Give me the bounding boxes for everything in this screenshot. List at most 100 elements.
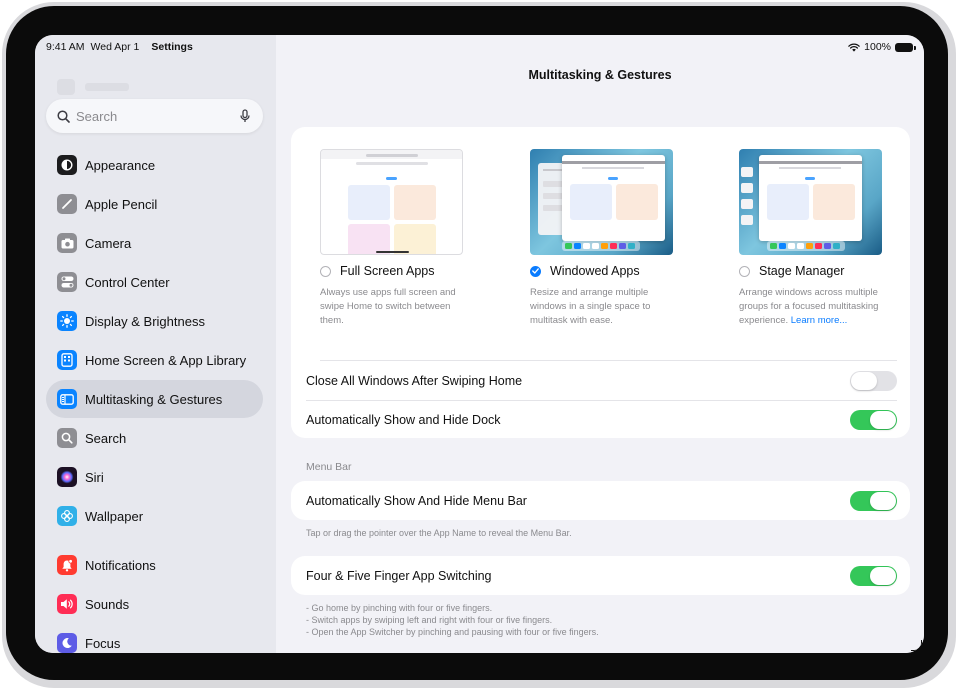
sidebar-item-label: Siri bbox=[85, 469, 104, 485]
sidebar-item-focus[interactable]: Focus bbox=[46, 624, 263, 653]
windowed-preview-image bbox=[530, 149, 673, 255]
footer-line: - Switch apps by swiping left and right … bbox=[306, 615, 553, 625]
show-hide-menu-bar-row: Automatically Show And Hide Menu Bar bbox=[306, 481, 897, 520]
home-screen-icon bbox=[57, 350, 77, 370]
sidebar-item-label: Appearance bbox=[85, 157, 156, 173]
mode-option-windowed[interactable]: Windowed Apps Resize and arrange multipl… bbox=[530, 149, 673, 328]
sidebar-item-label: Search bbox=[85, 430, 127, 446]
sidebar-item-label: Camera bbox=[85, 235, 132, 251]
sidebar-item-label: Display & Brightness bbox=[85, 313, 205, 329]
multitasking-mode-card: Full Screen Apps Always use apps full sc… bbox=[291, 127, 910, 438]
search-field[interactable]: Search bbox=[46, 99, 263, 133]
close-all-windows-toggle[interactable] bbox=[850, 370, 897, 391]
sidebar-item-label: Focus bbox=[85, 635, 121, 651]
sidebar-faded-label bbox=[85, 83, 129, 91]
sidebar-item-appearance[interactable]: Appearance bbox=[46, 146, 263, 184]
sidebar-item-sounds[interactable]: Sounds bbox=[46, 585, 263, 623]
finger-switching-card: Four & Five Finger App Switching bbox=[291, 556, 910, 595]
brightness-icon bbox=[57, 311, 77, 331]
wifi-icon bbox=[848, 43, 860, 52]
sidebar-faded-icon bbox=[57, 79, 75, 95]
status-bar-left: 9:41 AM Wed Apr 1 Settings bbox=[46, 41, 193, 53]
show-hide-dock-row: Automatically Show and Hide Dock bbox=[306, 401, 897, 439]
finger-switching-toggle[interactable] bbox=[850, 565, 897, 586]
windowed-radio[interactable] bbox=[530, 265, 541, 277]
menu-bar-card: Automatically Show And Hide Menu Bar bbox=[291, 481, 910, 520]
sidebar: 9:41 AM Wed Apr 1 Settings Search Appear… bbox=[35, 35, 276, 653]
sidebar-item-camera[interactable]: Camera bbox=[46, 224, 263, 262]
battery-percentage: 100% bbox=[864, 41, 891, 53]
notifications-icon bbox=[57, 555, 77, 575]
pencil-icon bbox=[57, 194, 77, 214]
full-screen-description: Always use apps full screen and swipe Ho… bbox=[320, 287, 456, 326]
learn-more-link[interactable]: Learn more... bbox=[791, 315, 848, 326]
main-panel: 100% Multitasking & Gestures Full Screen… bbox=[276, 35, 924, 653]
stage-manager-label: Stage Manager bbox=[759, 264, 845, 278]
stage-manager-description: Arrange windows across multiple groups f… bbox=[739, 286, 882, 328]
sidebar-item-label: Multitasking & Gestures bbox=[85, 391, 223, 407]
sidebar-item-label: Sounds bbox=[85, 596, 130, 612]
windowed-label: Windowed Apps bbox=[550, 264, 640, 278]
sidebar-item-notifications[interactable]: Notifications bbox=[46, 546, 263, 584]
toggle-knob bbox=[851, 371, 877, 390]
battery-icon bbox=[895, 42, 916, 52]
wallpaper-icon bbox=[57, 506, 77, 526]
sidebar-item-display-brightness[interactable]: Display & Brightness bbox=[46, 302, 263, 340]
show-hide-menu-bar-label: Automatically Show And Hide Menu Bar bbox=[306, 493, 527, 508]
search-placeholder: Search bbox=[76, 108, 118, 124]
finger-switching-footer: - Go home by pinching with four or five … bbox=[306, 602, 599, 638]
show-hide-dock-toggle[interactable] bbox=[850, 410, 897, 430]
focus-icon bbox=[57, 633, 77, 653]
multitasking-icon bbox=[57, 389, 77, 409]
stage-manager-radio[interactable] bbox=[739, 265, 750, 277]
sidebar-item-label: Home Screen & App Library bbox=[85, 352, 247, 368]
finger-switching-row: Four & Five Finger App Switching bbox=[306, 556, 897, 595]
finger-switching-label: Four & Five Finger App Switching bbox=[306, 568, 492, 583]
status-date: Wed Apr 1 bbox=[90, 41, 140, 53]
close-all-windows-row: Close All Windows After Swiping Home bbox=[306, 361, 897, 400]
page-title: Multitasking & Gestures bbox=[528, 68, 672, 82]
sidebar-item-apple-pencil[interactable]: Apple Pencil bbox=[46, 185, 263, 223]
sidebar-item-siri[interactable]: Siri bbox=[46, 458, 263, 496]
checkmark-icon bbox=[532, 268, 539, 274]
search-icon bbox=[57, 428, 77, 448]
sidebar-item-control-center[interactable]: Control Center bbox=[46, 263, 263, 301]
menu-bar-footer: Tap or drag the pointer over the App Nam… bbox=[306, 528, 572, 538]
search-icon bbox=[57, 109, 70, 123]
corner-indicator bbox=[911, 640, 922, 651]
status-time: 9:41 AM bbox=[46, 41, 85, 53]
microphone-icon[interactable] bbox=[240, 109, 250, 123]
footer-line: - Go home by pinching with four or five … bbox=[306, 603, 493, 613]
footer-line: - Open the App Switcher by pinching and … bbox=[306, 627, 599, 637]
sidebar-item-multitasking[interactable]: Multitasking & Gestures bbox=[46, 380, 263, 418]
sidebar-item-label: Control Center bbox=[85, 274, 170, 290]
control-center-icon bbox=[57, 272, 77, 292]
windowed-description: Resize and arrange multiple windows in a… bbox=[530, 287, 651, 326]
appearance-icon bbox=[57, 155, 77, 175]
sidebar-item-wallpaper[interactable]: Wallpaper bbox=[46, 497, 263, 535]
mode-option-full-screen[interactable]: Full Screen Apps Always use apps full sc… bbox=[320, 149, 463, 328]
siri-icon bbox=[57, 467, 77, 487]
mode-option-stage-manager[interactable]: Stage Manager Arrange windows across mul… bbox=[739, 149, 882, 328]
status-app-name: Settings bbox=[151, 41, 193, 53]
sidebar-item-home-screen[interactable]: Home Screen & App Library bbox=[46, 341, 263, 379]
stage-manager-preview-image bbox=[739, 149, 882, 255]
status-bar-right: 100% bbox=[848, 41, 916, 53]
full-screen-radio[interactable] bbox=[320, 265, 331, 277]
sidebar-item-label: Notifications bbox=[85, 557, 156, 573]
sounds-icon bbox=[57, 594, 77, 614]
toggle-knob bbox=[870, 566, 896, 585]
sidebar-item-label: Apple Pencil bbox=[85, 196, 158, 212]
toggle-knob bbox=[870, 491, 896, 510]
close-all-windows-label: Close All Windows After Swiping Home bbox=[306, 373, 523, 388]
show-hide-dock-label: Automatically Show and Hide Dock bbox=[306, 413, 501, 427]
full-screen-label: Full Screen Apps bbox=[340, 264, 435, 278]
full-screen-preview-image bbox=[320, 149, 463, 255]
toggle-knob bbox=[870, 411, 896, 429]
sidebar-item-search[interactable]: Search bbox=[46, 419, 263, 457]
show-hide-menu-bar-toggle[interactable] bbox=[850, 490, 897, 511]
menu-bar-section-header: Menu Bar bbox=[306, 461, 352, 473]
screen: 9:41 AM Wed Apr 1 Settings Search Appear… bbox=[35, 35, 924, 653]
sidebar-item-label: Wallpaper bbox=[85, 508, 144, 524]
camera-icon bbox=[57, 233, 77, 253]
